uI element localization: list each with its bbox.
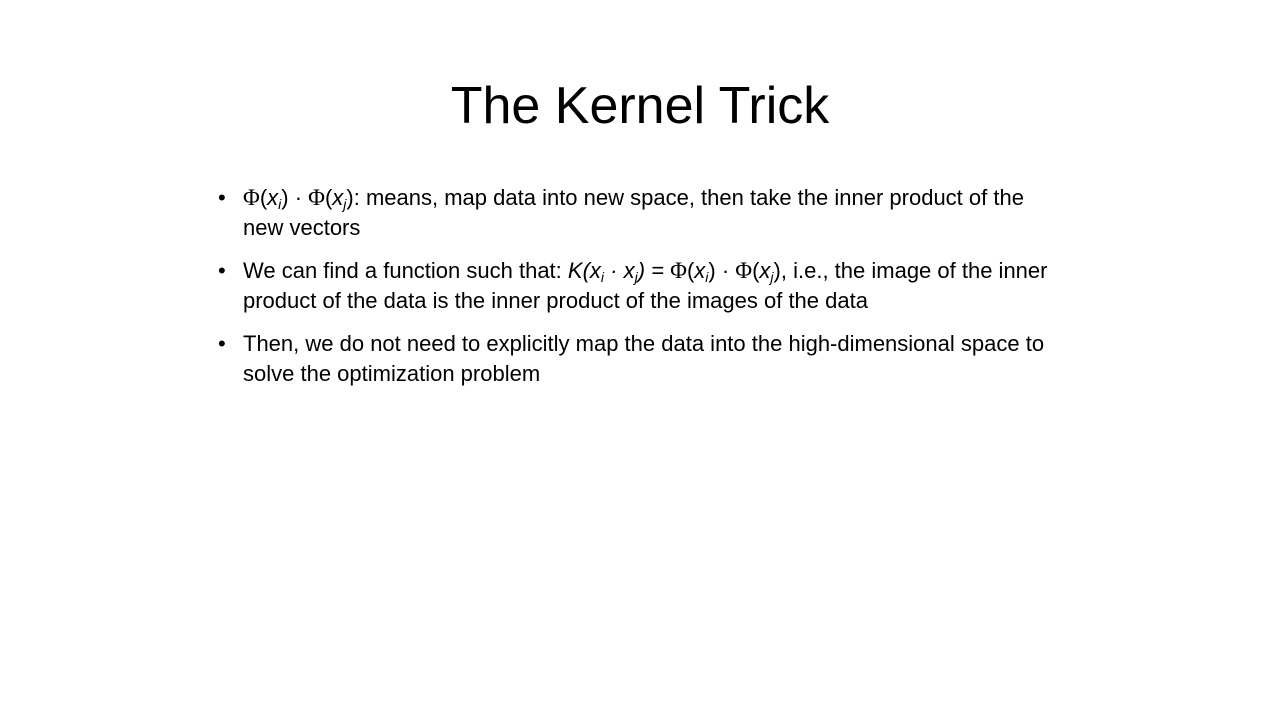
variable-x: x (332, 185, 344, 210)
phi-symbol: Φ (670, 258, 687, 283)
bullet-dot-icon: • (218, 185, 226, 210)
phi-symbol: Φ (735, 258, 753, 283)
variable-x: x (267, 185, 279, 210)
paren-close: ) (708, 258, 716, 283)
bullet-item-3: • Then, we do not need to explicitly map… (218, 329, 1048, 389)
slide-title: The Kernel Trick (450, 77, 830, 135)
bullet-2-lead: We can find a function such that: (243, 258, 568, 283)
phi-symbol: Φ (308, 185, 325, 210)
bullet-1-rest: ): means, map data into new space, then … (243, 185, 1024, 240)
variable-x: x (694, 258, 706, 283)
dot-operator: · (715, 258, 736, 283)
variable-x: x (759, 258, 771, 283)
bullet-text-1: Φ(xi) · Φ(xj): means, map data into new … (243, 183, 1048, 243)
slide: The Kernel Trick • Φ(xi) · Φ(xj): means,… (0, 0, 1280, 720)
bullet-item-2: • We can find a function such that: K(xi… (218, 256, 1048, 316)
bullet-list: • Φ(xi) · Φ(xj): means, map data into ne… (218, 183, 1048, 402)
phi-symbol: Φ (243, 185, 260, 210)
bullet-dot-icon: • (218, 331, 226, 356)
bullet-dot-icon: • (218, 258, 226, 283)
kernel-close: ) = (637, 258, 671, 283)
dot-operator: · (288, 185, 309, 210)
bullet-text-2: We can find a function such that: K(xi ·… (243, 256, 1048, 316)
bullet-text-3: Then, we do not need to explicitly map t… (243, 331, 1045, 386)
bullet-item-1: • Φ(xi) · Φ(xj): means, map data into ne… (218, 183, 1048, 243)
kernel-mid: · x (604, 258, 635, 283)
kernel-open: K(x (567, 258, 601, 283)
paren-close: ) (281, 185, 289, 210)
